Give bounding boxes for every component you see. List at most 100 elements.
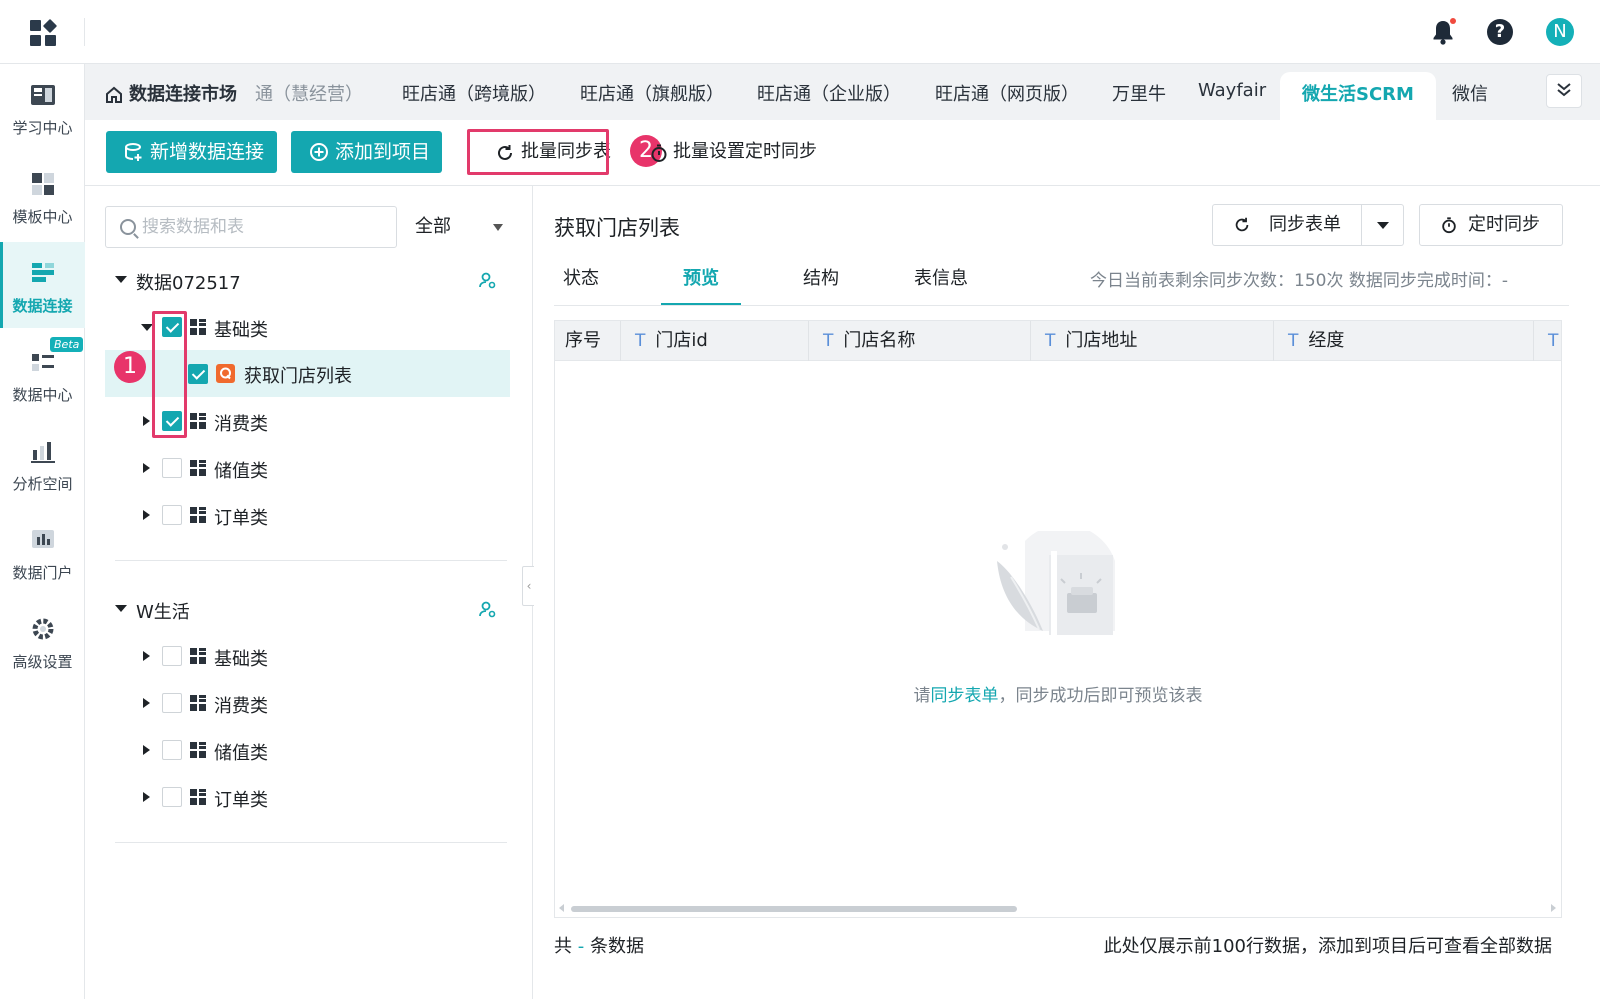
tab-connector[interactable]: 旺店通（网页版） — [935, 80, 1079, 106]
user-settings-icon[interactable] — [478, 600, 496, 618]
nav-item-data-connection[interactable]: 数据连接 — [0, 242, 85, 328]
tabs-underline — [554, 305, 1569, 306]
user-settings-icon[interactable] — [478, 271, 496, 289]
category-icon — [190, 319, 206, 335]
nav-item-learning-center[interactable]: 学习中心 — [0, 64, 85, 150]
highlight-box — [467, 129, 609, 175]
tab-structure[interactable]: 结构 — [781, 264, 861, 306]
category-icon — [190, 789, 206, 805]
nav-label: 数据中心 — [12, 386, 73, 404]
preview-grid: 序号 T 门店id T 门店名称 T 门店地址 T 经度 T 请同步表单，同步成功后即可… — [554, 320, 1562, 918]
folder-checkbox[interactable] — [162, 505, 182, 525]
table-checkbox[interactable] — [188, 364, 208, 384]
tree-folder-row[interactable]: 基础类 — [105, 633, 510, 679]
table-title: 获取门店列表 — [554, 216, 680, 240]
tab-connector[interactable]: 旺店通（旗舰版） — [580, 80, 724, 106]
more-tabs-button[interactable] — [1546, 74, 1582, 108]
bell-icon[interactable] — [1430, 18, 1456, 46]
folder-checkbox[interactable] — [162, 787, 182, 807]
tab-connector[interactable]: 万里牛 — [1112, 80, 1166, 106]
caret-down-icon[interactable] — [115, 605, 127, 612]
timed-sync-button[interactable]: 定时同步 — [1419, 204, 1563, 246]
scroll-left-arrow[interactable] — [559, 904, 564, 912]
tab-connector[interactable]: Wayfair — [1198, 80, 1266, 101]
caret-right-icon[interactable] — [143, 463, 150, 473]
column-header[interactable]: T 门店名称 — [809, 321, 1031, 361]
tree-group-row[interactable]: W生活 — [105, 586, 510, 632]
category-icon — [190, 507, 206, 523]
nav-item-data-portal[interactable]: 数据门户 — [0, 509, 85, 595]
caret-right-icon[interactable] — [143, 745, 150, 755]
sync-form-link[interactable]: 同步表单 — [931, 686, 999, 706]
tab-connector[interactable]: 旺店通（跨境版） — [402, 80, 546, 106]
book-icon — [31, 85, 55, 105]
tree-folder-row[interactable]: 消费类 — [105, 680, 510, 726]
folder-checkbox[interactable] — [162, 458, 182, 478]
caret-right-icon[interactable] — [143, 416, 150, 426]
folder-checkbox[interactable] — [162, 740, 182, 760]
nav-item-template-center[interactable]: 模板中心 — [0, 153, 85, 239]
toolbar: 新增数据连接 添加到项目 批量同步表 2 批量设置定时同步 — [85, 120, 1600, 186]
stopwatch-icon — [1442, 217, 1456, 234]
search-input[interactable] — [142, 215, 382, 239]
scroll-right-arrow[interactable] — [1551, 904, 1556, 912]
tree-folder-row[interactable]: 储值类 — [105, 445, 510, 491]
analysis-icon — [31, 442, 55, 463]
folder-checkbox[interactable] — [162, 693, 182, 713]
folder-label: 基础类 — [214, 649, 268, 670]
tree-folder-row[interactable]: 储值类 — [105, 727, 510, 773]
text-type-icon: T — [1548, 331, 1559, 351]
tree-group-row[interactable]: 数据072517 — [105, 257, 510, 303]
tab-connector[interactable]: 通（慧经营） — [255, 80, 363, 106]
nav-item-analysis-space[interactable]: 分析空间 — [0, 420, 85, 506]
horizontal-scrollbar[interactable] — [571, 906, 1017, 912]
tab-preview[interactable]: 预览 — [661, 264, 741, 306]
column-header[interactable]: T 门店id — [621, 321, 809, 361]
group-name: W生活 — [136, 602, 190, 623]
gear-icon — [32, 618, 54, 640]
batch-timed-sync-label: 批量设置定时同步 — [673, 141, 817, 162]
stopwatch-icon — [651, 144, 667, 162]
batch-timed-sync-button[interactable]: 批量设置定时同步 — [647, 131, 817, 173]
empty-state-illustration — [997, 531, 1115, 635]
app-launcher-icon[interactable] — [30, 18, 58, 46]
tab-home[interactable]: 数据连接市场 — [105, 80, 237, 106]
search-box[interactable] — [105, 206, 397, 248]
tree-panel: 全部 数据072517 基础类 获取门店列表 消费类 储值类 订单类 — [85, 186, 533, 999]
nav-item-data-center[interactable]: Beta 数据中心 — [0, 331, 85, 417]
nav-label: 数据连接 — [12, 297, 73, 315]
column-header[interactable]: T — [1534, 321, 1561, 361]
caret-right-icon[interactable] — [143, 792, 150, 802]
column-header[interactable]: T 经度 — [1274, 321, 1534, 361]
caret-down-icon[interactable] — [115, 276, 127, 283]
column-header[interactable]: T 门店地址 — [1031, 321, 1274, 361]
help-icon[interactable]: ? — [1487, 19, 1513, 45]
grid-header: 序号 T 门店id T 门店名称 T 门店地址 T 经度 T — [555, 321, 1561, 361]
sync-dropdown-button[interactable] — [1362, 204, 1404, 246]
sync-form-button[interactable]: 同步表单 — [1212, 204, 1362, 246]
category-icon — [190, 460, 206, 476]
nav-item-advanced-settings[interactable]: 高级设置 — [0, 598, 85, 684]
tree-folder-row[interactable]: 订单类 — [105, 492, 510, 538]
folder-label: 消费类 — [214, 696, 268, 717]
scope-select[interactable]: 全部 — [411, 206, 511, 248]
caret-right-icon[interactable] — [143, 651, 150, 661]
add-to-project-button[interactable]: 添加到项目 — [291, 131, 442, 173]
nav-label: 高级设置 — [12, 653, 73, 671]
tab-table-info[interactable]: 表信息 — [901, 264, 981, 306]
add-to-project-label: 添加到项目 — [335, 141, 431, 163]
folder-checkbox[interactable] — [162, 646, 182, 666]
tab-connector-active[interactable]: 微生活SCRM — [1280, 72, 1436, 120]
tab-status[interactable]: 状态 — [541, 264, 621, 306]
caret-right-icon[interactable] — [143, 698, 150, 708]
tab-connector[interactable]: 旺店通（企业版） — [757, 80, 901, 106]
avatar[interactable]: N — [1546, 18, 1574, 46]
step-badge-1: 1 — [114, 351, 146, 383]
tab-connector[interactable]: 微信 — [1452, 80, 1488, 106]
tree-folder-row[interactable]: 订单类 — [105, 774, 510, 820]
caret-right-icon[interactable] — [143, 510, 150, 520]
template-icon — [32, 173, 54, 195]
text-type-icon: T — [635, 331, 646, 351]
new-connection-button[interactable]: 新增数据连接 — [106, 131, 277, 173]
plus-circle-icon — [310, 143, 328, 161]
